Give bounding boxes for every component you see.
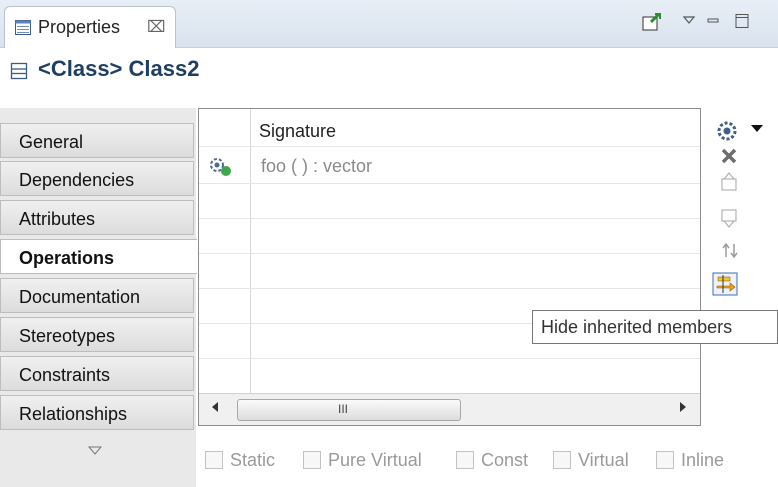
page-title: <Class> Class2 <box>38 56 200 81</box>
scrollbar-grip: III <box>338 402 349 416</box>
category-attributes[interactable]: Attributes <box>0 200 194 235</box>
properties-icon <box>15 20 31 35</box>
row-divider <box>199 183 700 184</box>
class-icon <box>10 62 28 80</box>
hide-inherited-members-icon[interactable] <box>712 272 740 298</box>
row-divider <box>199 218 700 219</box>
checkbox-box <box>205 451 223 469</box>
inline-label: Inline <box>681 450 725 470</box>
tooltip: Hide inherited members <box>532 310 778 344</box>
scroll-left-icon[interactable] <box>211 400 219 416</box>
signature-column-header[interactable]: Signature <box>259 121 336 142</box>
operation-signature: foo ( ) : vector <box>261 156 373 176</box>
static-label: Static <box>230 450 276 470</box>
view-menu-icon[interactable] <box>682 13 696 31</box>
view-tab-bar: Properties ⌧ <box>0 0 778 48</box>
add-operation-icon[interactable] <box>716 120 738 142</box>
checkbox-box <box>456 451 474 469</box>
move-up-icon[interactable] <box>720 172 742 194</box>
category-operations[interactable]: Operations <box>0 239 197 274</box>
pure-virtual-label: Pure Virtual <box>328 450 422 470</box>
checkbox-box <box>303 451 321 469</box>
minimize-icon[interactable] <box>706 13 720 31</box>
delete-icon[interactable] <box>720 147 742 169</box>
row-divider <box>199 253 700 254</box>
scroll-down-icon[interactable] <box>87 444 103 458</box>
category-general[interactable]: General <box>0 123 194 158</box>
column-divider <box>250 109 251 394</box>
category-list: General Dependencies Attributes Operatio… <box>0 108 197 487</box>
operations-table: Signature foo ( ) : vector III <box>198 108 701 426</box>
close-icon[interactable]: ⌧ <box>147 17 165 37</box>
properties-tab[interactable]: Properties ⌧ <box>4 6 176 48</box>
chevron-down-icon[interactable] <box>750 124 772 146</box>
category-dependencies[interactable]: Dependencies <box>0 161 194 196</box>
move-down-icon[interactable] <box>720 208 742 230</box>
row-divider <box>199 288 700 289</box>
properties-tab-label: Properties <box>38 17 121 37</box>
checkbox-box <box>656 451 674 469</box>
scroll-right-icon[interactable] <box>679 400 687 416</box>
category-constraints[interactable]: Constraints <box>0 356 194 391</box>
pin-editor-icon[interactable] <box>642 12 662 36</box>
virtual-label: Virtual <box>578 450 629 470</box>
category-stereotypes[interactable]: Stereotypes <box>0 317 194 352</box>
checkbox-box <box>553 451 571 469</box>
category-documentation[interactable]: Documentation <box>0 278 194 313</box>
row-divider <box>199 358 700 359</box>
operation-icon <box>209 157 233 177</box>
category-relationships[interactable]: Relationships <box>0 395 194 430</box>
row-divider <box>199 146 700 147</box>
maximize-icon[interactable] <box>734 13 750 34</box>
horizontal-scrollbar[interactable]: III <box>199 393 700 425</box>
page-header: <Class> Class2 <box>0 48 778 96</box>
sort-icon[interactable] <box>720 241 742 263</box>
scrollbar-thumb[interactable]: III <box>237 399 461 421</box>
const-label: Const <box>481 450 529 470</box>
